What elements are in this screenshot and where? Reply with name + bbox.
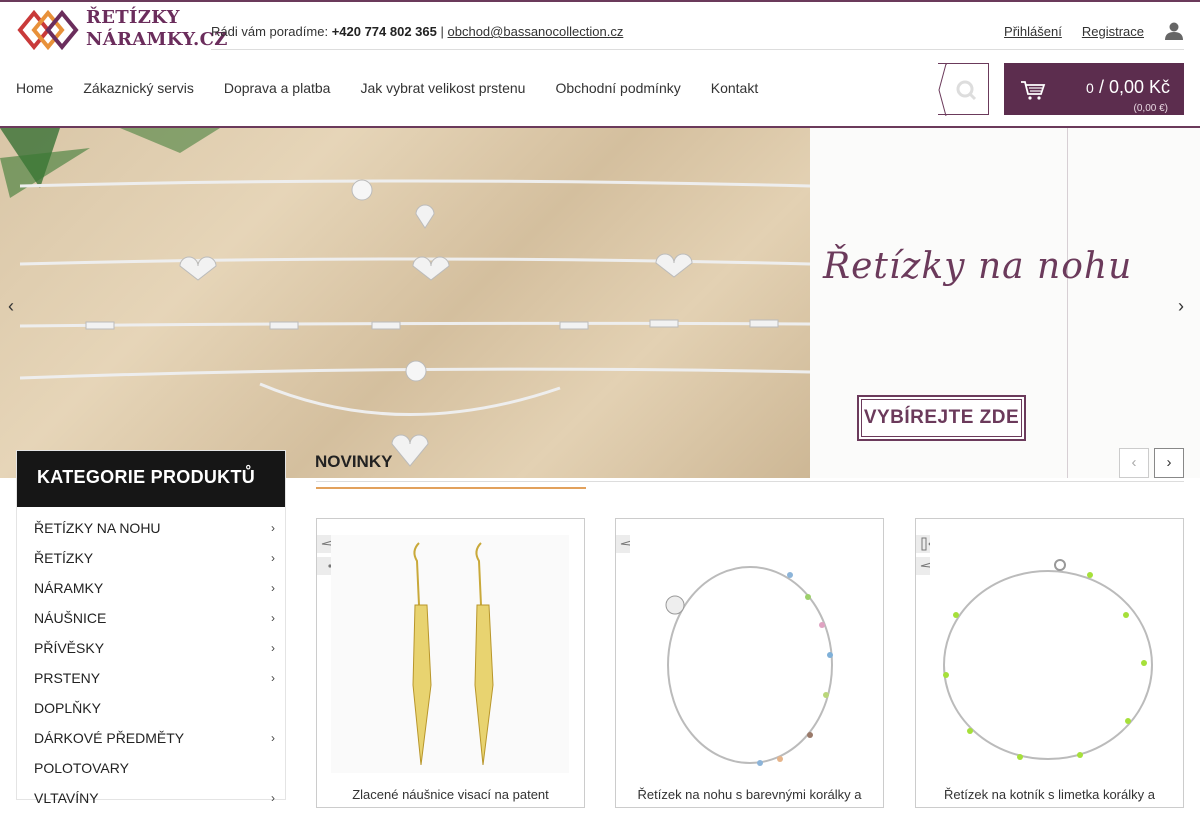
search-icon bbox=[938, 64, 977, 116]
product-image bbox=[331, 535, 569, 773]
search-button[interactable] bbox=[938, 63, 989, 116]
sidebar-item-label: PRSTENY bbox=[34, 670, 101, 686]
banner-headline: Řetízky na nohu bbox=[823, 246, 1133, 287]
banner-divider bbox=[1067, 128, 1068, 478]
sidebar-item-chains[interactable]: ŘETÍZKY › bbox=[17, 543, 285, 573]
nav-customer-service[interactable]: Zákaznický servis bbox=[83, 80, 193, 96]
sidebar-item-label: NÁRAMKY bbox=[34, 580, 104, 596]
chevron-right-icon: › bbox=[271, 641, 275, 655]
sidebar-item-earrings[interactable]: NÁUŠNICE › bbox=[17, 603, 285, 633]
user-links: Přihlášení Registrace bbox=[1004, 21, 1184, 41]
product-image bbox=[930, 535, 1168, 773]
sidebar-item-label: ŘETÍZKY bbox=[34, 550, 94, 566]
cart-button[interactable]: 0 / 0,00 Kč (0,00 €) bbox=[1004, 63, 1184, 115]
logo-line-1: ŘETÍZKY bbox=[86, 7, 180, 28]
chevron-right-icon: › bbox=[1166, 454, 1172, 471]
nav-ring-size[interactable]: Jak vybrat velikost prstenu bbox=[360, 80, 525, 96]
chevron-left-icon: ‹ bbox=[1131, 454, 1137, 471]
banner-photo bbox=[0, 128, 811, 478]
chevron-right-icon: › bbox=[271, 671, 275, 685]
chevron-right-icon: › bbox=[271, 791, 275, 805]
site-logo[interactable]: ŘETÍZKY NÁRAMKY.CZ bbox=[16, 7, 227, 55]
chevron-right-icon: › bbox=[271, 521, 275, 535]
products-next-button[interactable]: › bbox=[1154, 448, 1184, 478]
logo-rings-icon bbox=[17, 9, 79, 51]
chevron-right-icon: › bbox=[271, 611, 275, 625]
logo-text: ŘETÍZKY NÁRAMKY.CZ bbox=[86, 7, 228, 51]
section-title: NOVINKY bbox=[315, 452, 393, 471]
product-card[interactable]: Řetízek na nohu s barevnými korálky a bbox=[615, 518, 884, 808]
banner-cta-button[interactable]: VYBÍREJTE ZDE bbox=[857, 395, 1026, 441]
chevron-right-icon: › bbox=[271, 551, 275, 565]
product-image bbox=[630, 535, 868, 773]
sidebar-item-label: DÁRKOVÉ PŘEDMĚTY bbox=[34, 730, 185, 746]
login-link[interactable]: Přihlášení bbox=[1004, 24, 1062, 39]
sidebar-item-semi-products[interactable]: POLOTOVARY bbox=[17, 753, 285, 783]
chevron-right-icon: › bbox=[271, 731, 275, 745]
products-prev-button[interactable]: ‹ bbox=[1119, 448, 1149, 478]
nav-shipping-payment[interactable]: Doprava a platba bbox=[224, 80, 331, 96]
nav-home[interactable]: Home bbox=[16, 80, 53, 96]
sidebar-item-moldavites[interactable]: VLTAVÍNY › bbox=[17, 783, 285, 813]
sidebar-item-label: DOPLŇKY bbox=[34, 700, 101, 716]
phone-number: +420 774 802 365 bbox=[331, 24, 437, 39]
sidebar-item-bracelets[interactable]: NÁRAMKY › bbox=[17, 573, 285, 603]
product-card[interactable]: Zlacené náušnice visací na patent bbox=[316, 518, 585, 808]
section-divider bbox=[316, 481, 1184, 482]
main-nav: Home Zákaznický servis Doprava a platba … bbox=[16, 80, 758, 96]
section-accent-line bbox=[316, 487, 586, 489]
chevron-right-icon: › bbox=[271, 581, 275, 595]
cart-total: / 0,00 Kč bbox=[1098, 77, 1170, 97]
sidebar-item-label: ŘETÍZKY NA NOHU bbox=[34, 520, 161, 536]
category-list: ŘETÍZKY NA NOHU › ŘETÍZKY › NÁRAMKY › NÁUŠN… bbox=[17, 513, 285, 813]
nav-contact[interactable]: Kontakt bbox=[711, 80, 758, 96]
sidebar-item-accessories[interactable]: DOPLŇKY bbox=[17, 693, 285, 723]
sidebar-title: KATEGORIE PRODUKTŮ bbox=[17, 451, 285, 507]
product-card[interactable]: Řetízek na kotník s limetka korálky a bbox=[915, 518, 1184, 808]
hero-banner[interactable]: Řetízky na nohu VYBÍREJTE ZDE bbox=[0, 128, 1200, 478]
sidebar-item-rings[interactable]: PRSTENY › bbox=[17, 663, 285, 693]
sidebar-item-gifts[interactable]: DÁRKOVÉ PŘEDMĚTY › bbox=[17, 723, 285, 753]
email-link[interactable]: obchod@bassanocollection.cz bbox=[448, 24, 624, 39]
category-sidebar: KATEGORIE PRODUKTŮ ŘETÍZKY NA NOHU › ŘETÍ… bbox=[16, 450, 286, 806]
sidebar-item-anklets[interactable]: ŘETÍZKY NA NOHU › bbox=[17, 513, 285, 543]
top-accent-line bbox=[0, 0, 1200, 2]
cart-total-eur: (0,00 €) bbox=[1133, 103, 1168, 114]
carousel-prev-icon[interactable]: ‹ bbox=[8, 296, 14, 317]
cart-icon bbox=[1021, 81, 1046, 100]
sidebar-item-pendants[interactable]: PŘÍVĚSKY › bbox=[17, 633, 285, 663]
carousel-next-icon[interactable]: › bbox=[1178, 296, 1184, 317]
contact-label: Rádi vám poradíme: bbox=[211, 24, 329, 39]
nav-terms[interactable]: Obchodní podmínky bbox=[555, 80, 680, 96]
sidebar-item-label: NÁUŠNICE bbox=[34, 610, 107, 626]
contact-separator: | bbox=[440, 24, 444, 39]
cart-count: 0 bbox=[1086, 80, 1094, 96]
header-divider bbox=[211, 49, 1184, 50]
register-link[interactable]: Registrace bbox=[1082, 24, 1144, 39]
sidebar-item-label: VLTAVÍNY bbox=[34, 790, 99, 806]
contact-info: Rádi vám poradíme: +420 774 802 365 | ob… bbox=[211, 24, 623, 39]
user-icon[interactable] bbox=[1164, 21, 1184, 41]
logo-line-2: NÁRAMKY.CZ bbox=[86, 29, 228, 50]
banner-cta-label: VYBÍREJTE ZDE bbox=[861, 399, 1022, 437]
sidebar-item-label: PŘÍVĚSKY bbox=[34, 640, 105, 656]
sidebar-item-label: POLOTOVARY bbox=[34, 760, 129, 776]
